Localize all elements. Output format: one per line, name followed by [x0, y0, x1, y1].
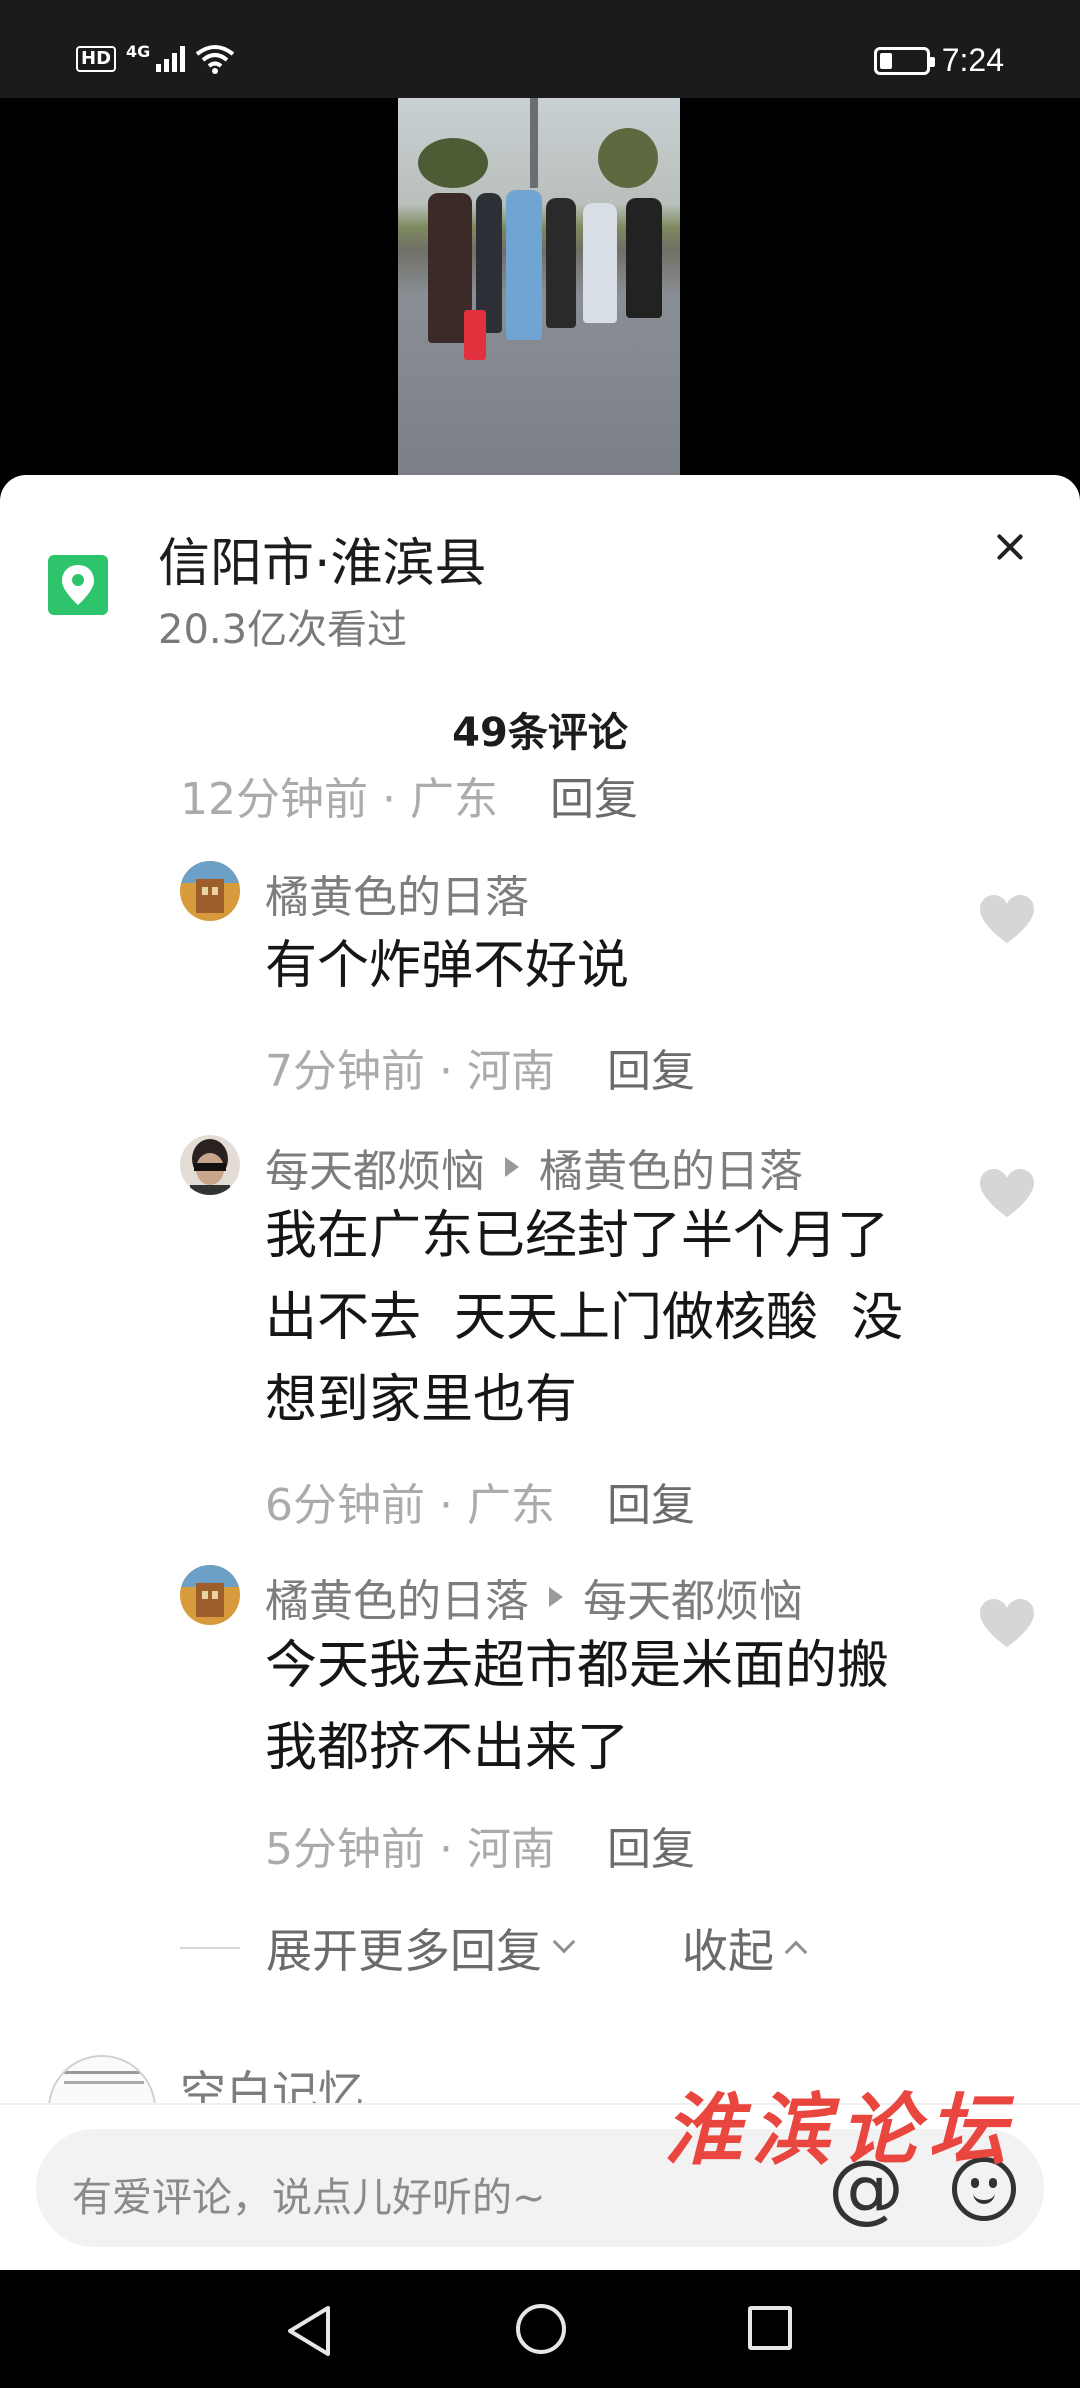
author-name[interactable]: 橘黄色的日落	[265, 1565, 529, 1629]
reply-text-line: 我都挤不出来了	[265, 1718, 630, 1778]
reply-to-name[interactable]: 每天都烦恼	[583, 1565, 803, 1629]
clock: 7:24	[941, 42, 1004, 78]
expand-row: 展开更多回复 收起	[180, 1915, 808, 1981]
reply-button[interactable]: 回复	[607, 1035, 695, 1099]
status-left: HD 4G	[76, 41, 235, 74]
author-name[interactable]: 橘黄色的日落	[265, 861, 529, 925]
back-icon[interactable]	[284, 2304, 334, 2358]
reply-time-place: 6分钟前 · 广东	[265, 1480, 555, 1531]
reply-meta: 7分钟前 · 河南 回复	[265, 1035, 695, 1099]
reply-author[interactable]: 橘黄色的日落	[265, 861, 529, 925]
parent-reply-button[interactable]: 回复	[550, 763, 638, 827]
heart-icon[interactable]	[978, 1597, 1036, 1649]
battery-icon	[873, 46, 935, 75]
recent-apps-icon[interactable]	[748, 2306, 792, 2350]
reply-text-line: 今天我去超市都是米面的搬	[265, 1636, 890, 1696]
heart-icon[interactable]	[978, 893, 1036, 945]
status-right: 7:24	[873, 42, 1004, 79]
reply-text-line: 我在广东已经封了半个月了	[265, 1206, 890, 1266]
watermark-overlay: 淮滨论坛	[664, 2085, 1017, 2176]
reply-to-name[interactable]: 橘黄色的日落	[539, 1135, 803, 1199]
reply-author: 每天都烦恼 橘黄色的日落	[265, 1135, 803, 1199]
battery-level	[879, 52, 893, 69]
wifi-icon	[196, 45, 235, 74]
comment-sheet: 信阳市·淮滨县 20.3亿次看过 49条评论 12分钟前 · 广东 回复 橘黄色…	[0, 475, 1080, 2270]
location-header[interactable]: 信阳市·淮滨县 20.3亿次看过	[0, 475, 1080, 655]
reply-meta: 6分钟前 · 广东 回复	[265, 1469, 695, 1533]
close-icon[interactable]	[974, 511, 1046, 583]
location-views: 20.3亿次看过	[158, 607, 408, 653]
reply-text-line: 想到家里也有	[265, 1370, 578, 1430]
expand-more-button[interactable]: 展开更多回复	[266, 1915, 576, 1981]
reply-text: 有个炸弹不好说	[265, 925, 975, 1007]
hd-badge: HD	[76, 46, 117, 72]
reply-item: 每天都烦恼 橘黄色的日落 我在广东已经封了半个月了 出不去 天天上门做核酸 没 …	[0, 1135, 1080, 1531]
reply-to-arrow-icon	[505, 1157, 519, 1177]
collapse-label[interactable]: 收起	[682, 1915, 774, 1981]
heart-icon[interactable]	[978, 1167, 1036, 1219]
reply-text: 我在广东已经封了半个月了 出不去 天天上门做核酸 没 想到家里也有	[265, 1195, 975, 1441]
chevron-up-icon	[784, 1940, 808, 1964]
reply-item: 橘黄色的日落 每天都烦恼 今天我去超市都是米面的搬 我都挤不出来了 5分钟前 ·…	[0, 1565, 1080, 1875]
parent-comment-meta: 12分钟前 · 广东 回复	[180, 763, 638, 827]
reply-text-line: 出不去 天天上门做核酸 没	[265, 1288, 904, 1348]
network-type: 4G	[126, 41, 151, 61]
reply-text-line: 有个炸弹不好说	[265, 936, 630, 996]
comments-count: 49条评论	[452, 710, 628, 756]
navigation-bar	[0, 2270, 1080, 2388]
chevron-down-icon	[552, 1930, 576, 1954]
reply-to-arrow-icon	[549, 1587, 563, 1607]
reply-button[interactable]: 回复	[607, 1813, 695, 1877]
author-name[interactable]: 每天都烦恼	[265, 1135, 485, 1199]
home-icon[interactable]	[516, 2304, 566, 2354]
collapse-button[interactable]: 收起	[682, 1915, 808, 1981]
divider	[180, 1947, 240, 1949]
reply-text: 今天我去超市都是米面的搬 我都挤不出来了	[265, 1625, 975, 1789]
reply-meta: 5分钟前 · 河南 回复	[265, 1813, 695, 1877]
comment-input-placeholder[interactable]: 有爱评论，说点儿好听的~	[72, 2165, 546, 2223]
video-player[interactable]	[0, 98, 1080, 576]
reply-time-place: 7分钟前 · 河南	[265, 1046, 555, 1097]
avatar[interactable]	[180, 861, 240, 921]
avatar[interactable]	[180, 1135, 240, 1195]
avatar[interactable]	[180, 1565, 240, 1625]
reply-button[interactable]: 回复	[607, 1469, 695, 1533]
location-title: 信阳市·淮滨县	[158, 534, 487, 594]
video-thumbnail[interactable]	[398, 98, 680, 478]
signal-icon	[156, 46, 186, 72]
reply-time-place: 5分钟前 · 河南	[265, 1824, 555, 1875]
expand-more-label[interactable]: 展开更多回复	[266, 1915, 542, 1981]
parent-time-place: 12分钟前 · 广东	[180, 774, 498, 825]
reply-author: 橘黄色的日落 每天都烦恼	[265, 1565, 803, 1629]
status-bar: HD 4G 7:24	[0, 0, 1080, 98]
reply-item: 橘黄色的日落 有个炸弹不好说 7分钟前 · 河南 回复	[0, 861, 1080, 1097]
location-pin-icon	[48, 555, 108, 615]
